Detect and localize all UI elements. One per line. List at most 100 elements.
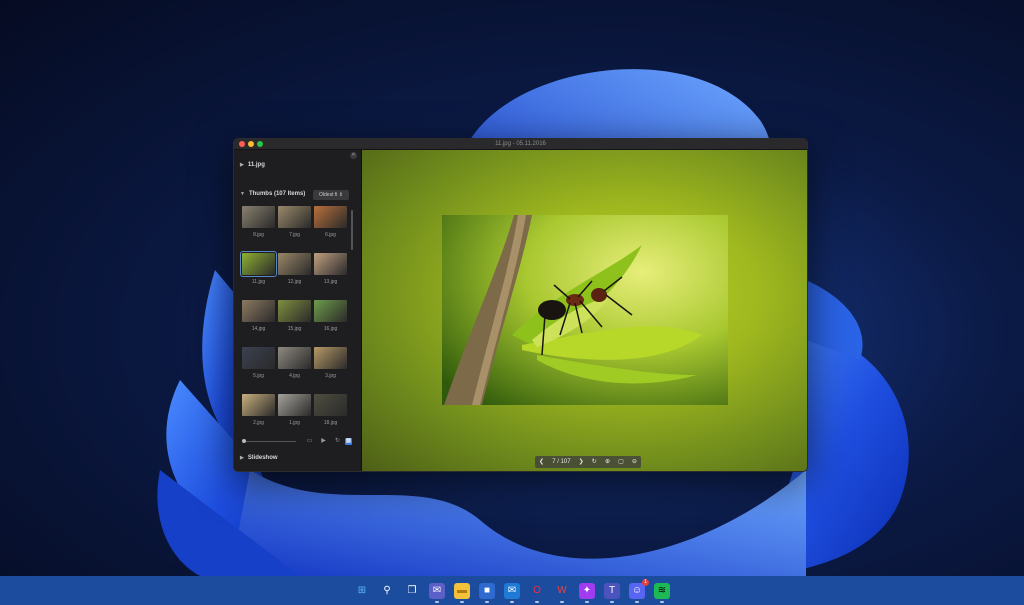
- file-explorer-icon-glyph: ▬: [457, 585, 467, 596]
- thumbnail-label: 1.jpg: [289, 420, 300, 426]
- running-indicator: [485, 600, 489, 603]
- file-explorer-icon[interactable]: ▬: [454, 582, 470, 603]
- thumbnail-item[interactable]: 15.jpg: [278, 298, 311, 345]
- thumbnail-image[interactable]: [240, 251, 277, 277]
- grid-view-icon[interactable]: ▦: [345, 438, 352, 445]
- thumbnail-item[interactable]: 13.jpg: [314, 251, 347, 298]
- window-controls: [239, 141, 263, 147]
- thumbnail-image[interactable]: [278, 206, 311, 228]
- running-indicator: [660, 600, 664, 603]
- thumbnail-image[interactable]: [242, 300, 275, 322]
- store-icon-glyph: ■: [483, 585, 491, 596]
- teams-chat-icon[interactable]: ✉: [429, 582, 445, 603]
- previous-image-icon[interactable]: ❮: [539, 456, 544, 468]
- rotate-icon[interactable]: ↻: [592, 456, 597, 468]
- thumbnail-image[interactable]: [242, 347, 275, 369]
- thumbnail-image[interactable]: [278, 394, 311, 416]
- current-file-label: 11.jpg: [247, 162, 265, 168]
- thumbnail-image[interactable]: [314, 206, 347, 228]
- thumbnail-image[interactable]: [242, 206, 275, 228]
- wps-office-icon-glyph: W: [557, 585, 567, 596]
- teams-icon[interactable]: T: [604, 582, 620, 603]
- thumbnail-item[interactable]: 5.jpg: [242, 345, 275, 392]
- thumbnail-item[interactable]: 4.jpg: [278, 345, 311, 392]
- wps-office-icon[interactable]: W: [554, 582, 570, 603]
- messenger-icon[interactable]: ✦: [579, 582, 595, 603]
- zoom-window-button[interactable]: [257, 141, 263, 147]
- minimize-window-button[interactable]: [248, 141, 254, 147]
- opera-icon[interactable]: O: [529, 582, 545, 603]
- windows-start-icon[interactable]: ⊞: [354, 582, 370, 599]
- thumbnail-label: 13.jpg: [323, 279, 338, 285]
- thumbnail-image[interactable]: [314, 253, 347, 275]
- image-viewer-area[interactable]: ❮ 7 / 107 ❯ ↻ ⊕ ▢ ⊖: [362, 150, 807, 471]
- fit-to-window-icon[interactable]: ▢: [618, 456, 624, 468]
- spotify-icon-glyph: ≋: [657, 585, 667, 596]
- window-title: 11.jpg - 05.11.2016: [495, 141, 546, 147]
- thumb-size-slider-knob[interactable]: [242, 439, 246, 443]
- file-info-section[interactable]: ▶ 11.jpg: [240, 162, 265, 168]
- sidebar-toolbar: ▭ ▶ ↻ ▦: [240, 438, 352, 446]
- thumbnail-item[interactable]: 8.jpg: [242, 204, 275, 251]
- thumbs-section-header[interactable]: ▼ Thumbs (107 Items): [240, 191, 305, 197]
- running-indicator: [610, 600, 614, 603]
- close-sidebar-icon[interactable]: ✕: [350, 152, 357, 159]
- thumb-size-slider[interactable]: [244, 441, 296, 442]
- running-indicator: [560, 600, 564, 603]
- thumbnail-label: 7.jpg: [289, 232, 300, 238]
- thumbnail-scrollbar[interactable]: [351, 210, 353, 250]
- thumbnail-image[interactable]: [314, 394, 347, 416]
- running-indicator: [460, 600, 464, 603]
- search-icon[interactable]: ⚲: [379, 582, 395, 599]
- title-bar: 11.jpg - 05.11.2016: [234, 139, 807, 150]
- slideshow-section[interactable]: ▶ Slideshow: [240, 455, 278, 461]
- image-counter: 7 / 107: [552, 459, 571, 465]
- thumbnail-label: 11.jpg: [251, 279, 266, 285]
- mail-icon[interactable]: ✉: [504, 582, 520, 603]
- spotify-icon[interactable]: ≋: [654, 582, 670, 603]
- thumbnail-item[interactable]: 6.jpg: [314, 204, 347, 251]
- thumbnail-item[interactable]: 12.jpg: [278, 251, 311, 298]
- thumbnail-image[interactable]: [278, 347, 311, 369]
- discord-icon[interactable]: ☺ 1: [629, 578, 649, 603]
- next-image-icon[interactable]: ❯: [579, 456, 584, 468]
- teams-icon-glyph: T: [608, 585, 616, 596]
- thumbnail-item[interactable]: 3.jpg: [314, 345, 347, 392]
- thumbnail-label: 3.jpg: [325, 373, 336, 379]
- folder-icon[interactable]: ▭: [306, 438, 313, 445]
- video-icon[interactable]: ▶: [320, 438, 327, 445]
- thumbnail-image[interactable]: [314, 300, 347, 322]
- thumbnail-label: 8.jpg: [253, 232, 264, 238]
- thumbs-header-label: Thumbs (107 Items): [248, 191, 306, 197]
- thumbnail-image[interactable]: [242, 394, 275, 416]
- taskbar: ⊞ ⚲ ❐ ✉ ▬ ■ ✉ O W ✦ T ☺ 1 ≋: [0, 576, 1024, 605]
- thumbnail-item[interactable]: 7.jpg: [278, 204, 311, 251]
- opera-icon-glyph: O: [533, 585, 541, 596]
- close-window-button[interactable]: [239, 141, 245, 147]
- running-indicator: [635, 600, 639, 603]
- zoom-in-icon[interactable]: ⊕: [605, 456, 610, 468]
- refresh-icon[interactable]: ↻: [334, 438, 341, 445]
- notification-badge: 1: [642, 578, 649, 586]
- zoom-out-icon[interactable]: ⊖: [632, 456, 637, 468]
- task-view-icon[interactable]: ❐: [404, 582, 420, 599]
- thumbnail-item[interactable]: 18.jpg: [314, 392, 347, 439]
- mail-icon-glyph: ✉: [507, 585, 517, 596]
- thumbnail-item[interactable]: 2.jpg: [242, 392, 275, 439]
- task-view-icon-glyph: ❐: [407, 585, 417, 596]
- thumbnail-image[interactable]: [314, 347, 347, 369]
- navigation-bar: ❮ 7 / 107 ❯ ↻ ⊕ ▢ ⊖: [535, 456, 641, 468]
- thumbnail-label: 6.jpg: [325, 232, 336, 238]
- thumbnail-label: 18.jpg: [323, 420, 338, 426]
- thumbnail-item[interactable]: 14.jpg: [242, 298, 275, 345]
- thumbnail-item[interactable]: 16.jpg: [314, 298, 347, 345]
- sort-dropdown[interactable]: Oldest fi ⇕: [313, 190, 349, 200]
- thumbnail-image[interactable]: [278, 300, 311, 322]
- thumbnail-image[interactable]: [278, 253, 311, 275]
- thumbnail-grid: 8.jpg 7.jpg 6.jpg 11.jpg 12.jpg 13.jpg 14.jpg 1…: [240, 204, 352, 439]
- disclosure-right-icon: ▶: [240, 162, 244, 168]
- thumbnail-label: 4.jpg: [289, 373, 300, 379]
- store-icon[interactable]: ■: [479, 582, 495, 603]
- thumbnail-item[interactable]: 1.jpg: [278, 392, 311, 439]
- thumbnail-item[interactable]: 11.jpg: [240, 251, 277, 298]
